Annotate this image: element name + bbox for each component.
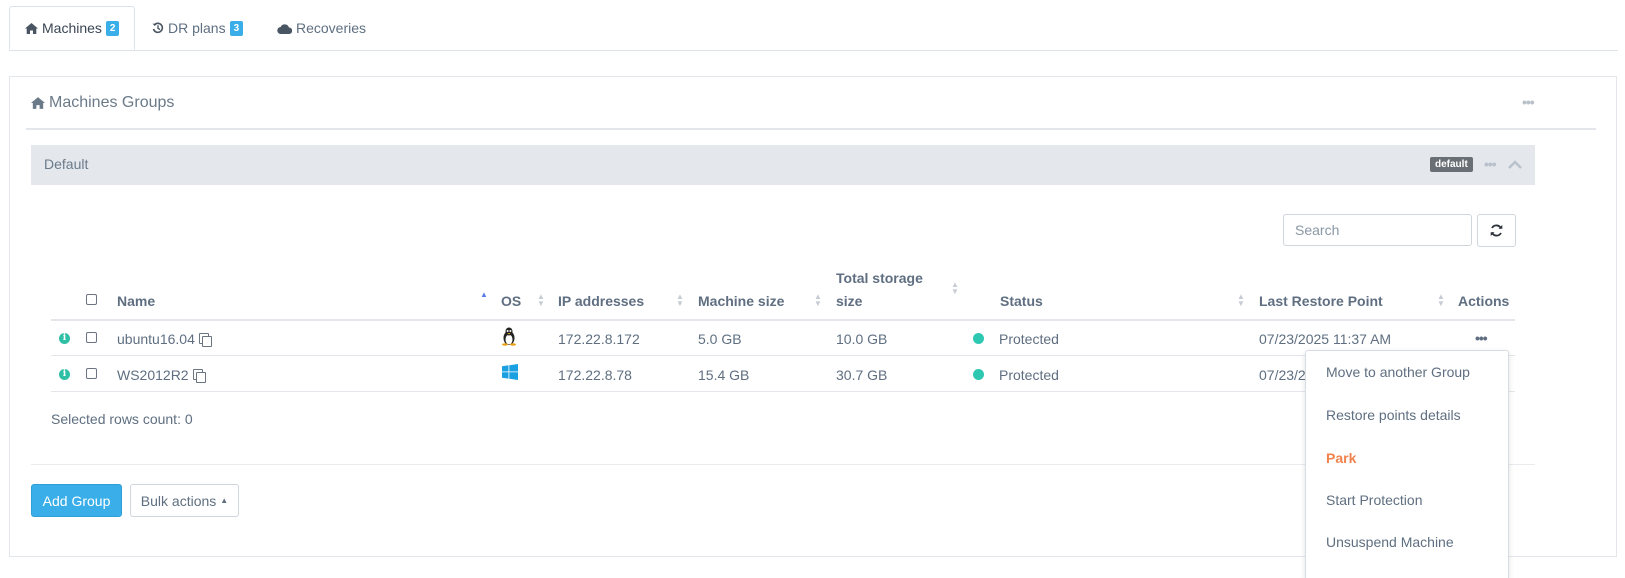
default-badge: default xyxy=(1430,157,1473,172)
total-storage: 10.0 GB xyxy=(836,331,888,347)
tab-dr-plans-label: DR plans xyxy=(168,20,226,36)
total-storage: 30.7 GB xyxy=(836,367,888,383)
row-checkbox[interactable] xyxy=(86,332,97,343)
panel-options-icon[interactable]: ••• xyxy=(1522,94,1535,110)
sort-icon[interactable]: ▲ ▼ xyxy=(676,293,684,308)
status-dot xyxy=(973,333,984,344)
refresh-icon xyxy=(1490,224,1503,237)
status-dot xyxy=(973,369,984,380)
menu-item-start-protection[interactable]: Start Protection xyxy=(1326,492,1423,508)
table-row-name[interactable]: WS2012R2 xyxy=(117,367,206,383)
column-header-name[interactable]: Name xyxy=(117,293,155,309)
column-header-machine-size[interactable]: Machine size xyxy=(698,293,784,309)
group-name: Default xyxy=(44,156,89,172)
chevron-up-icon[interactable] xyxy=(1508,160,1522,170)
linux-icon xyxy=(502,327,516,346)
column-header-last-restore[interactable]: Last Restore Point xyxy=(1259,293,1383,309)
last-restore-point: 07/23/2025 11:37 AM xyxy=(1259,331,1392,347)
row-divider xyxy=(51,391,1515,392)
history-icon xyxy=(152,22,164,34)
refresh-button[interactable] xyxy=(1477,214,1516,247)
tab-dr-plans-badge: 3 xyxy=(229,20,244,36)
search-input[interactable] xyxy=(1283,214,1472,246)
cloud-icon xyxy=(277,23,292,34)
panel-title-text: Machines Groups xyxy=(49,94,175,111)
select-all-checkbox[interactable] xyxy=(86,294,97,305)
column-header-ip[interactable]: IP addresses xyxy=(558,293,644,309)
info-icon[interactable]: i xyxy=(59,333,70,344)
column-header-total-storage-line1[interactable]: Total storage xyxy=(836,270,923,286)
menu-item-restore-points-details[interactable]: Restore points details xyxy=(1326,407,1461,423)
menu-item-move-to-group[interactable]: Move to another Group xyxy=(1326,364,1470,380)
home-icon xyxy=(31,97,45,109)
status-text: Protected xyxy=(999,331,1059,347)
sort-icon[interactable]: ▲ ▼ xyxy=(814,293,822,308)
table-header-divider xyxy=(51,319,1515,321)
tab-machines[interactable]: Machines 2 xyxy=(9,6,135,50)
tab-recoveries[interactable]: Recoveries xyxy=(277,6,366,50)
sort-icon[interactable]: ▲ ▼ xyxy=(1237,293,1245,308)
column-header-os[interactable]: OS xyxy=(501,293,521,309)
menu-item-unsuspend-machine[interactable]: Unsuspend Machine xyxy=(1326,534,1454,550)
column-header-actions: Actions xyxy=(1458,293,1510,309)
home-icon xyxy=(25,22,38,34)
caret-up-icon: ▲ xyxy=(220,496,229,505)
bulk-actions-button[interactable]: Bulk actions ▲ xyxy=(130,484,239,517)
copy-icon[interactable] xyxy=(198,333,212,347)
sort-icon[interactable]: ▲ ▼ xyxy=(537,293,545,308)
row-divider xyxy=(51,355,1515,356)
sort-icon[interactable]: ▲ ▼ xyxy=(1437,293,1445,308)
add-group-label: Add Group xyxy=(42,492,111,509)
sort-ascending-icon[interactable]: ▲ xyxy=(480,291,488,299)
tab-machines-badge: 2 xyxy=(105,20,120,36)
group-options-icon[interactable]: ••• xyxy=(1484,156,1497,172)
row-actions-icon[interactable]: ••• xyxy=(1475,330,1488,346)
row-checkbox[interactable] xyxy=(86,368,97,379)
selected-rows-count: Selected rows count: 0 xyxy=(51,411,193,427)
windows-icon xyxy=(502,364,518,380)
tab-machines-label: Machines xyxy=(42,20,102,36)
group-header[interactable] xyxy=(31,145,1535,185)
machine-size: 15.4 GB xyxy=(698,367,750,383)
column-header-total-storage-line2[interactable]: size xyxy=(836,293,862,309)
machine-name[interactable]: ubuntu16.04 xyxy=(117,331,195,347)
copy-icon[interactable] xyxy=(192,369,206,383)
table-row-name[interactable]: ubuntu16.04 xyxy=(117,331,212,347)
tab-dr-plans[interactable]: DR plans 3 xyxy=(152,6,244,50)
tab-bar: Machines 2 DR plans 3 Recoveries xyxy=(9,6,1618,51)
machine-size: 5.0 GB xyxy=(698,331,742,347)
status-text: Protected xyxy=(999,367,1059,383)
actions-dropdown-menu: Move to another Group Restore points det… xyxy=(1305,350,1509,578)
bulk-actions-label: Bulk actions xyxy=(140,492,217,509)
machine-name[interactable]: WS2012R2 xyxy=(117,367,189,383)
tab-recoveries-label: Recoveries xyxy=(296,20,367,36)
ip-address: 172.22.8.172 xyxy=(558,331,640,347)
info-icon[interactable]: i xyxy=(59,369,70,380)
menu-item-park[interactable]: Park xyxy=(1326,450,1356,466)
panel-title: Machines Groups xyxy=(31,94,174,112)
ip-address: 172.22.8.78 xyxy=(558,367,632,383)
panel-divider xyxy=(26,128,1596,130)
column-header-status[interactable]: Status xyxy=(1000,293,1043,309)
sort-icon[interactable]: ▲ ▼ xyxy=(951,281,959,296)
add-group-button[interactable]: Add Group xyxy=(31,484,122,517)
